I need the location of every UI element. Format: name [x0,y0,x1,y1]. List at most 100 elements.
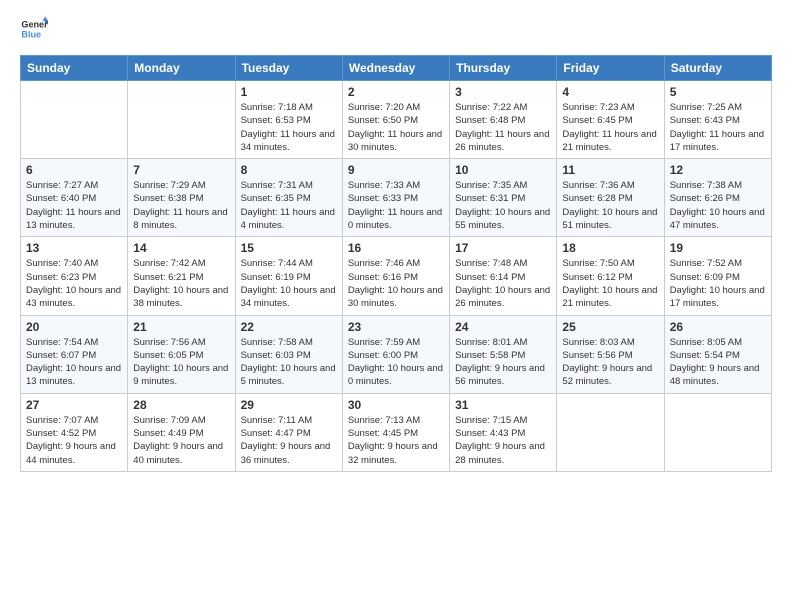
weekday-header-friday: Friday [557,56,664,81]
calendar-cell [21,81,128,159]
day-number: 30 [348,398,444,412]
calendar-cell: 27 Sunrise: 7:07 AM Sunset: 4:52 PM Dayli… [21,393,128,471]
calendar-cell: 26 Sunrise: 8:05 AM Sunset: 5:54 PM Dayli… [664,315,771,393]
calendar-cell [557,393,664,471]
weekday-header-tuesday: Tuesday [235,56,342,81]
calendar-cell: 16Sunrise: 7:46 AM Sunset: 6:16 PM Dayli… [342,237,449,315]
day-number: 2 [348,85,444,99]
day-number: 19 [670,241,766,255]
svg-text:Blue: Blue [21,29,41,39]
cell-content: Sunrise: 7:56 AM Sunset: 6:05 PM Dayligh… [133,336,229,389]
day-number: 8 [241,163,337,177]
weekday-header-row: SundayMondayTuesdayWednesdayThursdayFrid… [21,56,772,81]
day-number: 7 [133,163,229,177]
day-number: 10 [455,163,551,177]
calendar-cell: 2Sunrise: 7:20 AM Sunset: 6:50 PM Daylig… [342,81,449,159]
calendar-cell: 20 Sunrise: 7:54 AM Sunset: 6:07 PM Dayli… [21,315,128,393]
calendar-cell: 7 Sunrise: 7:29 AM Sunset: 6:38 PM Daylig… [128,159,235,237]
week-row-1: 1Sunrise: 7:18 AM Sunset: 6:53 PM Daylig… [21,81,772,159]
day-number: 22 [241,320,337,334]
calendar-page: General Blue SundayMondayTuesdayWednesda… [0,0,792,612]
cell-content: Sunrise: 8:05 AM Sunset: 5:54 PM Dayligh… [670,336,766,389]
day-number: 25 [562,320,658,334]
calendar-cell: 28Sunrise: 7:09 AM Sunset: 4:49 PM Dayli… [128,393,235,471]
day-number: 4 [562,85,658,99]
calendar-cell: 6 Sunrise: 7:27 AM Sunset: 6:40 PM Daylig… [21,159,128,237]
calendar-cell: 3 Sunrise: 7:22 AM Sunset: 6:48 PM Daylig… [450,81,557,159]
cell-content: Sunrise: 7:27 AM Sunset: 6:40 PM Dayligh… [26,179,122,232]
calendar-table: SundayMondayTuesdayWednesdayThursdayFrid… [20,55,772,472]
day-number: 15 [241,241,337,255]
calendar-cell: 19Sunrise: 7:52 AM Sunset: 6:09 PM Dayli… [664,237,771,315]
header: General Blue [20,15,772,43]
day-number: 11 [562,163,658,177]
cell-content: Sunrise: 7:29 AM Sunset: 6:38 PM Dayligh… [133,179,229,232]
cell-content: Sunrise: 7:22 AM Sunset: 6:48 PM Dayligh… [455,101,551,154]
cell-content: Sunrise: 7:33 AM Sunset: 6:33 PM Dayligh… [348,179,444,232]
cell-content: Sunrise: 7:48 AM Sunset: 6:14 PM Dayligh… [455,257,551,310]
week-row-3: 13Sunrise: 7:40 AM Sunset: 6:23 PM Dayli… [21,237,772,315]
week-row-4: 20 Sunrise: 7:54 AM Sunset: 6:07 PM Dayli… [21,315,772,393]
calendar-cell: 17 Sunrise: 7:48 AM Sunset: 6:14 PM Dayli… [450,237,557,315]
logo-icon: General Blue [20,15,48,43]
calendar-cell: 15 Sunrise: 7:44 AM Sunset: 6:19 PM Dayli… [235,237,342,315]
cell-content: Sunrise: 7:07 AM Sunset: 4:52 PM Dayligh… [26,414,122,467]
cell-content: Sunrise: 7:25 AM Sunset: 6:43 PM Dayligh… [670,101,766,154]
calendar-cell: 18Sunrise: 7:50 AM Sunset: 6:12 PM Dayli… [557,237,664,315]
calendar-cell: 12Sunrise: 7:38 AM Sunset: 6:26 PM Dayli… [664,159,771,237]
cell-content: Sunrise: 7:11 AM Sunset: 4:47 PM Dayligh… [241,414,337,467]
weekday-header-wednesday: Wednesday [342,56,449,81]
cell-content: Sunrise: 7:31 AM Sunset: 6:35 PM Dayligh… [241,179,337,232]
day-number: 13 [26,241,122,255]
calendar-cell: 4 Sunrise: 7:23 AM Sunset: 6:45 PM Daylig… [557,81,664,159]
calendar-cell: 31 Sunrise: 7:15 AM Sunset: 4:43 PM Dayli… [450,393,557,471]
calendar-cell: 22 Sunrise: 7:58 AM Sunset: 6:03 PM Dayli… [235,315,342,393]
cell-content: Sunrise: 7:15 AM Sunset: 4:43 PM Dayligh… [455,414,551,467]
day-number: 3 [455,85,551,99]
day-number: 29 [241,398,337,412]
day-number: 24 [455,320,551,334]
day-number: 5 [670,85,766,99]
day-number: 18 [562,241,658,255]
calendar-cell: 24 Sunrise: 8:01 AM Sunset: 5:58 PM Dayli… [450,315,557,393]
cell-content: Sunrise: 7:44 AM Sunset: 6:19 PM Dayligh… [241,257,337,310]
svg-text:General: General [21,20,48,30]
day-number: 31 [455,398,551,412]
cell-content: Sunrise: 7:23 AM Sunset: 6:45 PM Dayligh… [562,101,658,154]
cell-content: Sunrise: 7:42 AM Sunset: 6:21 PM Dayligh… [133,257,229,310]
day-number: 27 [26,398,122,412]
week-row-5: 27 Sunrise: 7:07 AM Sunset: 4:52 PM Dayli… [21,393,772,471]
cell-content: Sunrise: 7:58 AM Sunset: 6:03 PM Dayligh… [241,336,337,389]
calendar-cell: 30 Sunrise: 7:13 AM Sunset: 4:45 PM Dayli… [342,393,449,471]
day-number: 28 [133,398,229,412]
day-number: 16 [348,241,444,255]
calendar-cell: 1Sunrise: 7:18 AM Sunset: 6:53 PM Daylig… [235,81,342,159]
weekday-header-thursday: Thursday [450,56,557,81]
calendar-cell: 14 Sunrise: 7:42 AM Sunset: 6:21 PM Dayli… [128,237,235,315]
cell-content: Sunrise: 8:01 AM Sunset: 5:58 PM Dayligh… [455,336,551,389]
calendar-cell: 25 Sunrise: 8:03 AM Sunset: 5:56 PM Dayli… [557,315,664,393]
day-number: 26 [670,320,766,334]
day-number: 20 [26,320,122,334]
cell-content: Sunrise: 7:13 AM Sunset: 4:45 PM Dayligh… [348,414,444,467]
weekday-header-monday: Monday [128,56,235,81]
day-number: 1 [241,85,337,99]
week-row-2: 6 Sunrise: 7:27 AM Sunset: 6:40 PM Daylig… [21,159,772,237]
cell-content: Sunrise: 7:54 AM Sunset: 6:07 PM Dayligh… [26,336,122,389]
day-number: 17 [455,241,551,255]
calendar-cell [664,393,771,471]
calendar-cell: 8 Sunrise: 7:31 AM Sunset: 6:35 PM Daylig… [235,159,342,237]
calendar-cell: 23Sunrise: 7:59 AM Sunset: 6:00 PM Dayli… [342,315,449,393]
day-number: 6 [26,163,122,177]
calendar-cell: 21 Sunrise: 7:56 AM Sunset: 6:05 PM Dayli… [128,315,235,393]
calendar-cell: 5 Sunrise: 7:25 AM Sunset: 6:43 PM Daylig… [664,81,771,159]
calendar-cell [128,81,235,159]
cell-content: Sunrise: 8:03 AM Sunset: 5:56 PM Dayligh… [562,336,658,389]
weekday-header-saturday: Saturday [664,56,771,81]
calendar-cell: 13Sunrise: 7:40 AM Sunset: 6:23 PM Dayli… [21,237,128,315]
calendar-cell: 11Sunrise: 7:36 AM Sunset: 6:28 PM Dayli… [557,159,664,237]
day-number: 14 [133,241,229,255]
cell-content: Sunrise: 7:38 AM Sunset: 6:26 PM Dayligh… [670,179,766,232]
day-number: 21 [133,320,229,334]
weekday-header-sunday: Sunday [21,56,128,81]
